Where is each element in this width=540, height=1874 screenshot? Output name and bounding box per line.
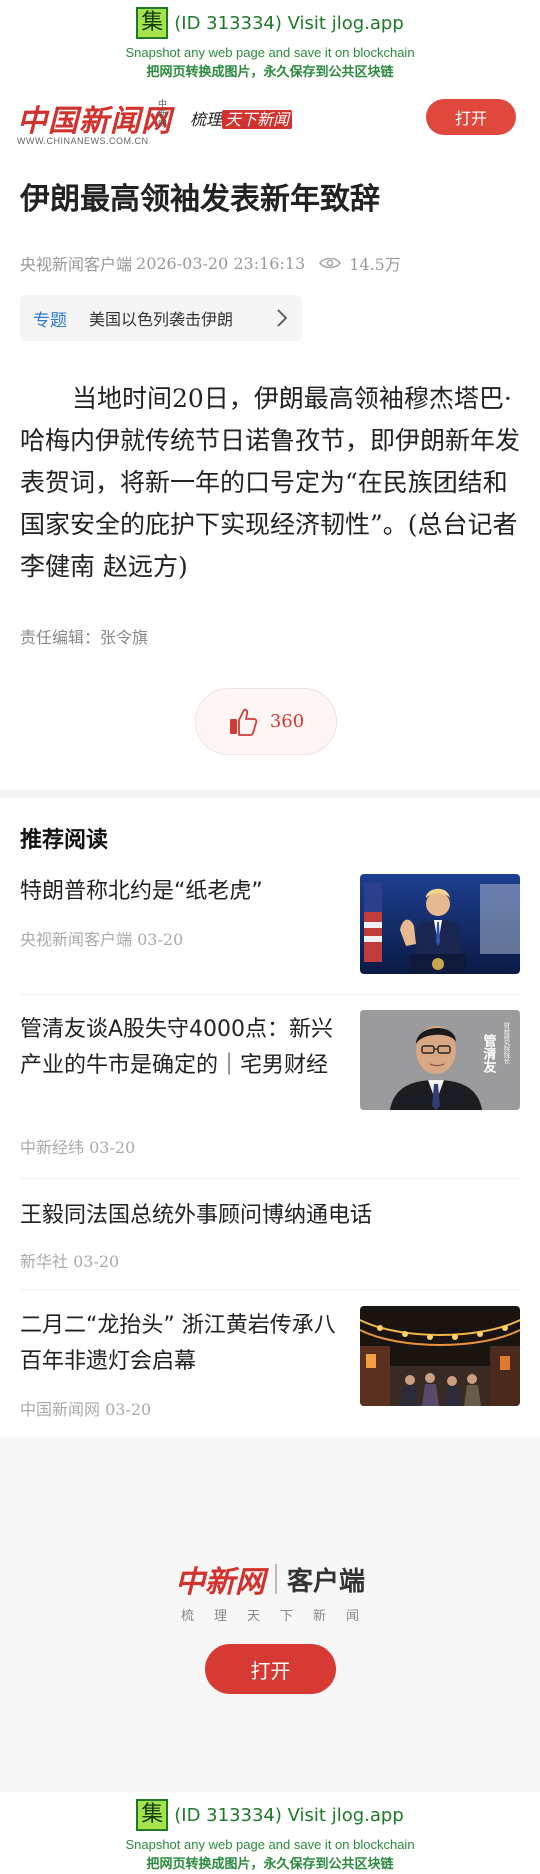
article-source: 央视新闻客户端: [20, 255, 133, 274]
site-header: 中国新闻网 中新网 WWW.CHINANEWS.COM.CN 梳理 天下新闻 打开: [0, 90, 540, 152]
recommend-item-meta: 中国新闻网 03-20: [20, 1400, 152, 1419]
article-views: 14.5万: [349, 255, 401, 274]
article-body: 当地时间20日，伊朗最高领袖穆杰塔巴·哈梅内伊就传统节日诺鲁孜节，即伊朗新年发表…: [20, 384, 521, 581]
recommend-item-meta: 央视新闻客户端 03-20: [20, 930, 184, 949]
recommend-separator: [20, 994, 520, 995]
jlog-banner-bottom[interactable]: 集 (ID 313334) Visit jlog.app Snapshot an…: [0, 1792, 540, 1874]
recommend-item-title: 二月二“龙抬头” 浙江黄岩传承八百年非遗灯会启幕: [20, 1313, 336, 1374]
section-divider: [0, 790, 540, 798]
recommend-item[interactable]: 特朗普称北约是“纸老虎” 央视新闻客户端 03-20: [20, 872, 520, 976]
recommend-item-title: 特朗普称北约是“纸老虎”: [20, 879, 263, 904]
jlog-logo-icon: 集: [136, 7, 169, 39]
promo-client-label: 客户端: [286, 1566, 365, 1597]
jlog-logo-icon: 集: [136, 1799, 169, 1831]
recommend-item-title: 王毅同法国总统外事顾问博纳通电话: [20, 1203, 373, 1228]
promo-logo: 中新网 客户端: [0, 1557, 540, 1601]
like-button[interactable]: 360: [195, 688, 337, 755]
recommend-item-meta: 中新经纬 03-20: [20, 1138, 136, 1157]
chevron-right-icon: [277, 309, 288, 327]
like-count: 360: [269, 711, 305, 732]
logo-sub-label: 中新网: [158, 100, 168, 130]
promo-slogan: 梳理天下新闻: [180, 1609, 379, 1624]
jlog-tagline-en: Snapshot any web page and save it on blo…: [125, 45, 415, 60]
recommend-item-meta: 新华社 03-20: [20, 1252, 120, 1271]
promo-logo-text: 中新网: [174, 1565, 265, 1600]
svg-text:财经研究院院长: 财经研究院院长: [503, 1021, 510, 1065]
topic-link[interactable]: 专题 美国以色列袭击伊朗: [20, 295, 302, 341]
recommend-item-thumbnail: [360, 1306, 520, 1406]
lantern-festival-image: [360, 1306, 520, 1406]
trump-podium-image: [360, 874, 520, 974]
jlog-tagline-cn: 把网页转换成图片，永久保存到公共区块链: [146, 65, 394, 80]
slogan-part2: 天下新闻: [222, 110, 293, 129]
recommend-item-thumbnail: 管清友 财经研究院院长: [360, 1010, 520, 1110]
jlog-title-row: 集 (ID 313334) Visit jlog.app: [0, 6, 540, 40]
chinanews-logo[interactable]: 中国新闻网: [17, 96, 172, 140]
jlog-banner-top[interactable]: 集 (ID 313334) Visit jlog.app Snapshot an…: [0, 0, 540, 82]
topic-tag: 专题: [33, 310, 67, 331]
slogan-part1: 梳理: [190, 110, 223, 129]
recommend-item-title: 管清友谈A股失守4000点：新兴产业的牛市是确定的｜宅男财经: [20, 1017, 334, 1078]
promo-logo-divider: [274, 1564, 277, 1594]
article-meta: 央视新闻客户端 2026-03-20 23:16:13 14.5万: [20, 250, 401, 276]
jlog-tagline-en: Snapshot any web page and save it on blo…: [125, 1837, 415, 1852]
recommend-item-thumbnail: [360, 874, 520, 974]
article-title: 伊朗最高领袖发表新年致辞: [20, 182, 380, 217]
logo-url: WWW.CHINANEWS.COM.CN: [17, 136, 149, 146]
jlog-tagline-cn: 把网页转换成图片，永久保存到公共区块链: [146, 1857, 394, 1872]
thumbnail-caption: 管清友: [481, 1033, 497, 1074]
recommend-item[interactable]: 王毅同法国总统外事顾问博纳通电话 新华社 03-20: [20, 1196, 520, 1272]
jlog-id-text[interactable]: (ID 313334) Visit jlog.app: [174, 1805, 404, 1826]
recommend-separator: [20, 1178, 520, 1179]
eye-icon: [319, 257, 342, 269]
app-promo: 中新网 客户端 梳理天下新闻 打开: [0, 1437, 540, 1792]
recommend-heading: 推荐阅读: [20, 828, 109, 853]
recommend-item[interactable]: 管清友谈A股失守4000点：新兴产业的牛市是确定的｜宅男财经 中新经纬 03-2…: [20, 1010, 520, 1160]
recommend-item[interactable]: 二月二“龙抬头” 浙江黄岩传承八百年非遗灯会启幕 中国新闻网 03-20: [20, 1306, 520, 1422]
thumbs-up-icon: [229, 708, 258, 736]
topic-text: 美国以色列袭击伊朗: [89, 310, 234, 329]
article-datetime: 2026-03-20 23:16:13: [136, 253, 306, 273]
recommend-separator: [20, 1289, 520, 1290]
jlog-title-row: 集 (ID 313334) Visit jlog.app: [0, 1798, 540, 1832]
guan-qingyou-portrait-image: 管清友 财经研究院院长: [360, 1010, 520, 1110]
open-app-button[interactable]: 打开: [205, 1644, 336, 1694]
open-app-button-top[interactable]: 打开: [426, 99, 516, 135]
jlog-id-text[interactable]: (ID 313334) Visit jlog.app: [174, 13, 404, 34]
header-slogan: 梳理 天下新闻: [190, 106, 293, 130]
article-editor: 责任编辑：张令旗: [20, 628, 149, 647]
